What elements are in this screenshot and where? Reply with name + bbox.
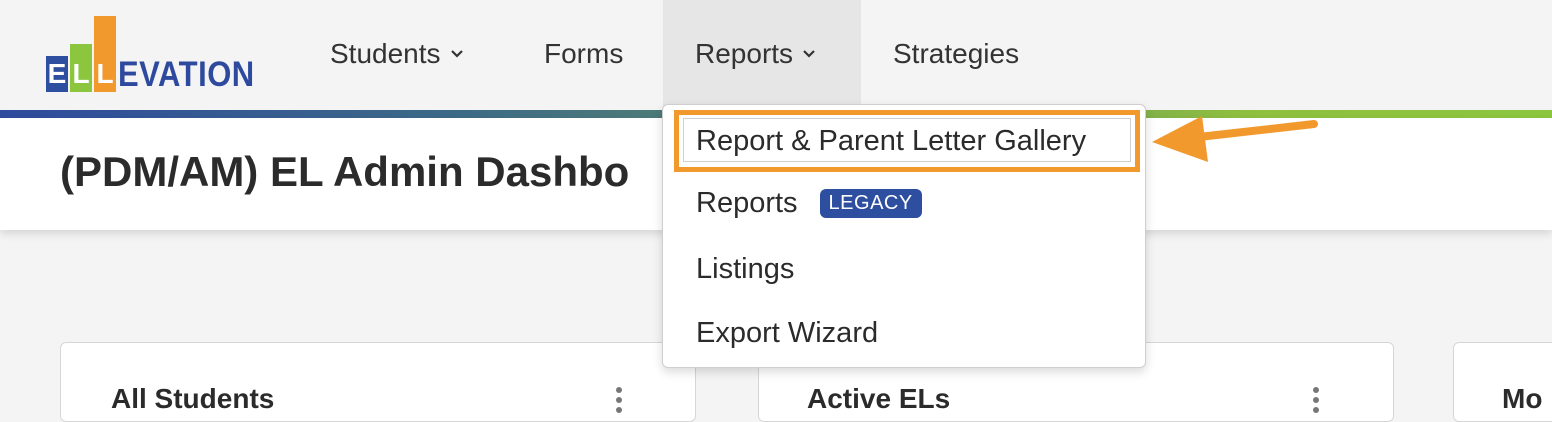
chevron-down-icon (450, 50, 463, 58)
logo-letter-l1: L (72, 58, 90, 89)
chevron-down-icon (803, 50, 815, 58)
dashboard-card-all-students: All Students (60, 342, 696, 422)
card-title: Active ELs (807, 383, 951, 414)
nav-strategies-label: Strategies (893, 38, 1020, 69)
annotation-highlight-box (674, 110, 1140, 172)
nav-students[interactable]: Students (330, 0, 465, 108)
nav-reports[interactable]: Reports (663, 0, 861, 108)
menu-item-label: Reports (696, 187, 798, 219)
menu-item-reports-legacy[interactable]: Reports LEGACY (696, 187, 922, 220)
card-title: All Students (111, 383, 275, 414)
menu-item-label: Export Wizard (696, 317, 879, 349)
logo-letter-e: E (47, 58, 67, 89)
logo-wordmark: EVATION (118, 54, 255, 95)
kebab-menu-icon[interactable] (1311, 387, 1321, 417)
nav-forms-label: Forms (544, 38, 624, 69)
page-title: (PDM/AM) EL Admin Dashbo (60, 148, 630, 195)
nav-forms[interactable]: Forms (544, 0, 623, 108)
nav-strategies[interactable]: Strategies (893, 0, 1019, 108)
menu-item-label: Listings (696, 253, 795, 285)
nav-reports-label: Reports (695, 38, 794, 69)
card-title: Mo (1502, 383, 1543, 414)
nav-students-label: Students (330, 38, 441, 69)
legacy-badge: LEGACY (819, 189, 922, 218)
kebab-menu-icon[interactable] (614, 387, 624, 417)
logo-letter-l2: L (96, 58, 114, 89)
menu-item-export-wizard[interactable]: Export Wizard (696, 317, 878, 350)
ellevation-logo[interactable]: E L L EVATION (44, 16, 268, 96)
menu-item-listings[interactable]: Listings (696, 253, 794, 286)
top-nav-bar: E L L EVATION Students Forms Reports Str… (0, 0, 1552, 110)
dashboard-card-more: Mo (1453, 342, 1552, 422)
arrow-left-icon (1152, 116, 1318, 162)
